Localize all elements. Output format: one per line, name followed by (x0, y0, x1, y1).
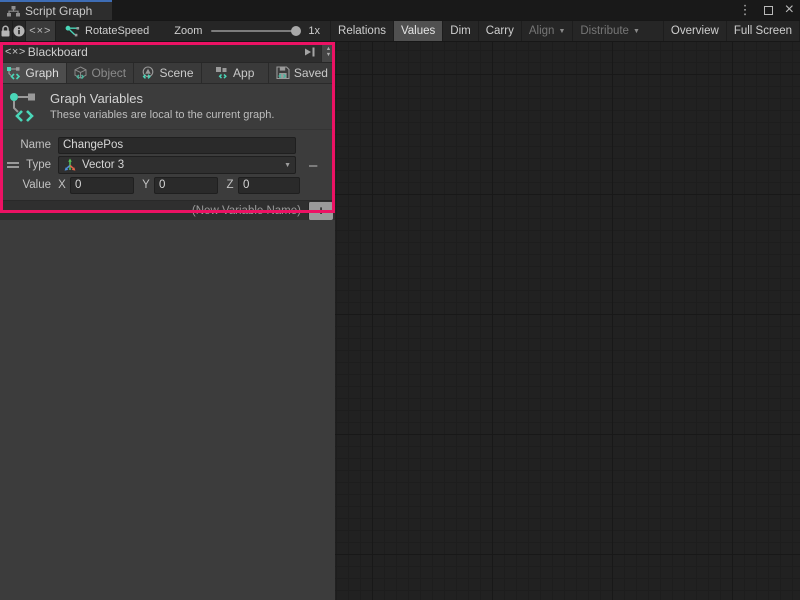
section-title: Graph Variables (50, 91, 274, 106)
overview-button[interactable]: Overview (663, 21, 726, 41)
title-bar: Script Graph ⋮ × (0, 0, 800, 20)
variable-name-input[interactable] (58, 137, 296, 154)
z-axis-label: Z (226, 179, 234, 191)
x-value-input[interactable] (70, 177, 134, 194)
zoom-slider-handle[interactable] (291, 26, 301, 36)
caret-down-icon: ▼ (284, 162, 291, 169)
blackboard-graph-icon: <×> (5, 46, 26, 58)
more-menu-icon[interactable]: ⋮ (739, 0, 752, 20)
app-variables-icon (215, 66, 229, 80)
full-screen-button[interactable]: Full Screen (726, 21, 800, 41)
name-label: Name (0, 139, 58, 151)
y-axis-label: Y (142, 179, 150, 191)
remove-variable-button[interactable]: – (309, 158, 317, 173)
distribute-dropdown-button[interactable]: Distribute ▼ (572, 21, 647, 41)
saved-variables-icon (276, 66, 290, 80)
panel-scroll-spinner[interactable]: ▲ ▼ (321, 42, 335, 62)
graph-hierarchy-icon (7, 6, 20, 17)
lock-icon (0, 25, 11, 38)
graph-node-icon (65, 25, 80, 38)
script-graph-asset-button[interactable]: <×> (26, 21, 56, 41)
new-variable-row: + (0, 200, 335, 220)
variable-scope-tabs: Graph Object Scene (0, 63, 335, 84)
lock-button[interactable] (0, 21, 13, 41)
blackboard-header: <×> Blackboard ▲ ▼ (0, 42, 335, 63)
toolbar-toggle-group: Relations Values Dim Carry Align ▼ Distr… (330, 21, 800, 41)
window-controls: ⋮ × (739, 0, 794, 20)
type-value: Vector 3 (82, 159, 124, 171)
graph-canvas[interactable] (335, 42, 800, 600)
graph-title-box: RotateSpeed (56, 21, 158, 41)
close-icon[interactable]: × (785, 0, 794, 20)
variable-type-dropdown[interactable]: Vector 3 ▼ (58, 156, 296, 174)
caret-down-icon: ▼ (633, 28, 640, 35)
add-variable-button[interactable]: + (308, 202, 333, 220)
relations-button[interactable]: Relations (330, 21, 393, 41)
zoom-slider[interactable] (211, 30, 299, 32)
dim-button[interactable]: Dim (442, 21, 477, 41)
scene-variables-icon (141, 66, 155, 80)
object-variables-icon (74, 66, 87, 80)
tab-app[interactable]: App (202, 63, 269, 83)
info-button[interactable] (13, 21, 26, 41)
x-axis-label: X (58, 179, 66, 191)
tab-script-graph[interactable]: Script Graph (0, 0, 112, 20)
zoom-control: Zoom 1x (174, 21, 320, 41)
y-value-input[interactable] (154, 177, 218, 194)
tab-scene[interactable]: Scene (134, 63, 201, 83)
variable-editor: Name Type Vector 3 ▼ (0, 130, 335, 220)
z-value-input[interactable] (238, 177, 300, 194)
maximize-icon[interactable] (764, 6, 773, 15)
zoom-label: Zoom (174, 25, 202, 37)
type-row: Type Vector 3 ▼ – (0, 155, 335, 175)
tab-saved[interactable]: Saved (269, 63, 335, 83)
align-dropdown-button[interactable]: Align ▼ (521, 21, 573, 41)
graph-variables-section: Graph Variables These variables are loca… (0, 84, 335, 130)
section-description: These variables are local to the current… (50, 109, 274, 121)
new-variable-name-input[interactable] (0, 205, 308, 217)
blackboard-panel: <×> Blackboard ▲ ▼ (0, 42, 335, 600)
graph-toolbar: <×> RotateSpeed Zoom 1x Relations Values (0, 20, 800, 42)
graph-asset-name: RotateSpeed (85, 25, 149, 37)
tab-title: Script Graph (25, 4, 92, 18)
info-icon (13, 25, 25, 37)
tab-graph[interactable]: Graph (0, 63, 67, 83)
graph-variables-icon (7, 66, 21, 80)
dock-panel-button[interactable] (299, 42, 321, 62)
vector3-icon (63, 158, 77, 172)
value-label: Value (0, 179, 58, 191)
zoom-value: 1x (308, 25, 320, 37)
values-button[interactable]: Values (393, 21, 442, 41)
blackboard-title: Blackboard (28, 45, 88, 59)
spinner-down-icon[interactable]: ▼ (326, 52, 331, 58)
value-row: Value X Y Z (0, 175, 335, 195)
graph-variables-large-icon (9, 91, 39, 124)
caret-down-icon: ▼ (558, 28, 565, 35)
dock-icon (304, 46, 316, 58)
name-row: Name (0, 135, 335, 155)
tab-object[interactable]: Object (67, 63, 134, 83)
drag-handle-icon[interactable] (7, 162, 19, 168)
carry-button[interactable]: Carry (478, 21, 521, 41)
